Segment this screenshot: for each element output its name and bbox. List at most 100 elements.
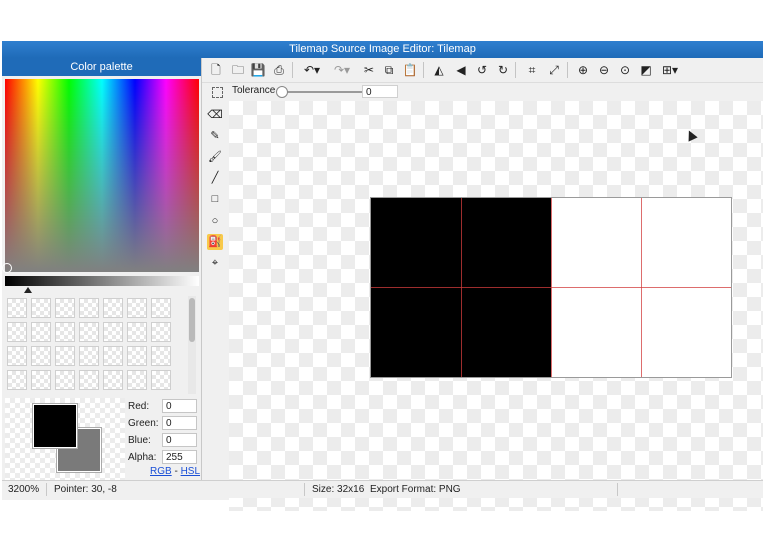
toolbar-divider [567,62,568,78]
swatch[interactable] [31,370,51,390]
color-palette-panel: Color palette Red: 0 Green: 0 Blue: 0 Al… [2,58,202,480]
zoom-fit-icon[interactable]: ⊙ [617,62,633,78]
swatch-scrollbar[interactable] [188,296,196,394]
brightness-strip[interactable] [5,276,199,286]
status-divider [617,483,618,496]
main-toolbar: 🗋 🗀 💾 ⎙ ↶▾ ↷▾ ✂ ⧉ 📋 ◭ ◀ ↺ ↻ ⌗ ⤢ ⊕ ⊖ ⊙ ◩ … [202,58,763,83]
status-bar: 3200% Pointer: 30, -8 Size: 32x16 Export… [2,480,763,498]
tolerance-slider[interactable] [280,91,362,93]
swatch[interactable] [7,370,27,390]
swatch[interactable] [127,322,147,342]
red-field[interactable]: 0 [162,399,197,413]
zoom-in-icon[interactable]: ⊕ [575,62,591,78]
toolbar-divider [423,62,424,78]
export-format: Export Format: PNG [370,484,461,495]
swatch[interactable] [55,346,75,366]
swatch[interactable] [31,322,51,342]
rgb-link[interactable]: RGB [150,466,172,477]
rotate-right-icon[interactable]: ↻ [495,62,511,78]
swatch[interactable] [7,298,27,318]
grid-icon[interactable]: ⊞▾ [659,62,681,78]
tilemap-image[interactable] [370,197,732,378]
swatch-grid [7,298,197,394]
color-spectrum[interactable] [5,79,199,272]
tool-options-bar: Tolerance 0 [202,83,763,101]
tolerance-label: Tolerance [232,85,276,96]
tolerance-slider-handle[interactable] [276,86,288,98]
swatch[interactable] [31,346,51,366]
status-divider [304,483,305,496]
swatch[interactable] [103,346,123,366]
fill-bucket-icon[interactable]: ⛽ [207,234,223,250]
zoom-out-icon[interactable]: ⊖ [596,62,612,78]
cut-icon[interactable]: ✂ [361,62,377,78]
swatch[interactable] [103,322,123,342]
zoom-level: 3200% [8,484,40,495]
swatch[interactable] [79,298,99,318]
undo-icon[interactable]: ↶▾ [301,62,323,78]
select-icon[interactable] [212,87,223,98]
swatch[interactable] [103,370,123,390]
brightness-marker[interactable] [24,287,32,293]
ellipse-icon[interactable]: ○ [207,213,223,229]
swatch[interactable] [151,370,171,390]
blue-field[interactable]: 0 [162,433,197,447]
eyedropper-icon[interactable]: ⌖ [207,255,223,271]
copy-icon[interactable]: ⧉ [381,62,397,78]
swatch[interactable] [55,322,75,342]
editor-window: Tilemap Source Image Editor: Tilemap Col… [2,41,763,511]
image-size: Size: 32x16 [312,484,365,495]
flip-horizontal-icon[interactable]: ◭ [431,62,447,78]
rectangle-icon[interactable]: □ [207,191,223,207]
swatch[interactable] [103,298,123,318]
swatch[interactable] [31,298,51,318]
toolbar-divider [292,62,293,78]
swatch[interactable] [127,370,147,390]
swatch[interactable] [79,322,99,342]
flip-vertical-icon[interactable]: ◀ [453,62,469,78]
tolerance-value-field[interactable]: 0 [362,85,398,98]
swatch[interactable] [127,346,147,366]
swatch[interactable] [55,370,75,390]
status-divider [46,483,47,496]
palette-title: Color palette [2,58,201,76]
pointer-position: Pointer: 30, -8 [54,484,117,495]
eraser-icon[interactable]: ⌫ [207,107,223,123]
mode-separator: - [174,466,178,477]
save-icon[interactable]: 💾 [250,62,266,78]
swatch[interactable] [55,298,75,318]
swatch-scrollbar-thumb[interactable] [189,298,195,342]
tool-palette: ⌫ ✎ 🖌 ╱ □ ○ ⛽ ⌖ [202,101,228,480]
current-colors [5,398,125,480]
brush-icon[interactable]: 🖌 [207,149,223,165]
rotate-left-icon[interactable]: ↺ [474,62,490,78]
green-field[interactable]: 0 [162,416,197,430]
checkerboard-icon[interactable]: ◩ [638,62,654,78]
pencil-icon[interactable]: ✎ [207,128,223,144]
color-mode-links: RGB - HSL [150,466,200,477]
swatch[interactable] [151,346,171,366]
alpha-field[interactable]: 255 [162,450,197,464]
resize-icon[interactable]: ⤢ [546,62,562,78]
swatch[interactable] [79,346,99,366]
swatch[interactable] [127,298,147,318]
hsl-link[interactable]: HSL [181,466,200,477]
window-title: Tilemap Source Image Editor: Tilemap [2,41,763,58]
new-file-icon[interactable]: 🗋 [208,62,224,78]
swatch[interactable] [7,346,27,366]
image-canvas[interactable] [229,101,763,511]
foreground-color-swatch[interactable] [33,404,77,448]
crop-icon[interactable]: ⌗ [524,62,540,78]
open-folder-icon[interactable]: 🗀 [230,62,246,78]
swatch[interactable] [151,298,171,318]
redo-icon[interactable]: ↷▾ [331,62,353,78]
grid-line-horizontal [371,287,731,288]
paste-icon[interactable]: 📋 [402,62,418,78]
export-icon[interactable]: ⎙ [271,62,287,78]
line-icon[interactable]: ╱ [207,170,223,186]
swatch[interactable] [79,370,99,390]
toolbar-divider [515,62,516,78]
swatch[interactable] [7,322,27,342]
swatch[interactable] [151,322,171,342]
spectrum-picker-handle[interactable] [2,263,12,273]
